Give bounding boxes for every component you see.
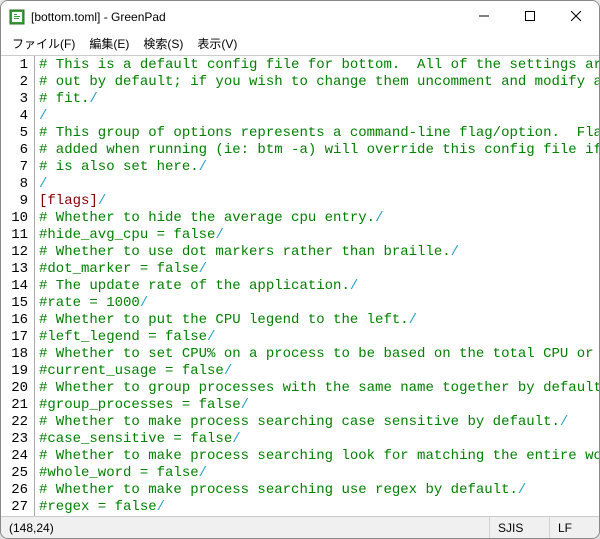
eol-icon: / — [232, 431, 240, 447]
code-line[interactable]: # This group of options represents a com… — [39, 125, 599, 142]
code-line[interactable]: # Whether to use dot markers rather than… — [39, 244, 599, 261]
line-number: 5 — [1, 125, 28, 142]
code-line[interactable]: #rate = 1000/ — [39, 295, 599, 312]
eol-icon: / — [518, 482, 526, 498]
menubar: ファイル(F) 編集(E) 検索(S) 表示(V) — [1, 33, 599, 55]
eol-icon: / — [215, 227, 223, 243]
eol-icon: / — [140, 295, 148, 311]
line-number: 7 — [1, 159, 28, 176]
code-line[interactable]: / — [39, 176, 599, 193]
code-line[interactable]: #group_processes = false/ — [39, 397, 599, 414]
eol-icon: / — [157, 499, 165, 515]
window-controls — [461, 1, 599, 33]
line-number: 8 — [1, 176, 28, 193]
line-number: 17 — [1, 329, 28, 346]
eol-icon: / — [375, 210, 383, 226]
code-line[interactable]: # Whether to group processes with the sa… — [39, 380, 599, 397]
code-line[interactable]: #case_sensitive = false/ — [39, 431, 599, 448]
app-icon — [9, 9, 25, 25]
maximize-button[interactable] — [507, 1, 553, 31]
line-number: 24 — [1, 448, 28, 465]
line-number: 6 — [1, 142, 28, 159]
code-line[interactable]: / — [39, 108, 599, 125]
code-line[interactable]: #left_legend = false/ — [39, 329, 599, 346]
menu-edit[interactable]: 編集(E) — [82, 33, 136, 54]
menu-search[interactable]: 検索(S) — [136, 33, 190, 54]
eol-icon: / — [350, 278, 358, 294]
eol-icon: / — [560, 414, 568, 430]
line-number: 18 — [1, 346, 28, 363]
line-number: 4 — [1, 108, 28, 125]
line-number: 3 — [1, 91, 28, 108]
line-number: 20 — [1, 380, 28, 397]
eol-icon: / — [451, 244, 459, 260]
eol-icon: / — [409, 312, 417, 328]
code-line[interactable]: # fit./ — [39, 91, 599, 108]
code-line[interactable]: # The update rate of the application./ — [39, 278, 599, 295]
close-button[interactable] — [553, 1, 599, 31]
code-line[interactable]: # out by default; if you wish to change … — [39, 74, 599, 91]
eol-icon: / — [199, 159, 207, 175]
code-line[interactable]: # added when running (ie: btm -a) will o… — [39, 142, 599, 159]
line-number: 19 — [1, 363, 28, 380]
line-number: 15 — [1, 295, 28, 312]
app-window: [bottom.toml] - GreenPad ファイル(F) 編集(E) 検… — [0, 0, 600, 539]
line-number-gutter: 1234567891011121314151617181920212223242… — [1, 56, 35, 516]
line-number: 11 — [1, 227, 28, 244]
code-line[interactable]: #current_usage = false/ — [39, 363, 599, 380]
menu-file[interactable]: ファイル(F) — [5, 33, 82, 54]
code-line[interactable]: # This is a default config file for bott… — [39, 57, 599, 74]
code-line[interactable]: # Whether to put the CPU legend to the l… — [39, 312, 599, 329]
line-number: 14 — [1, 278, 28, 295]
titlebar[interactable]: [bottom.toml] - GreenPad — [1, 1, 599, 33]
minimize-button[interactable] — [461, 1, 507, 31]
line-number: 21 — [1, 397, 28, 414]
menu-view[interactable]: 表示(V) — [190, 33, 244, 54]
eol-icon: / — [199, 261, 207, 277]
eol-icon: / — [207, 329, 215, 345]
line-number: 10 — [1, 210, 28, 227]
code-line[interactable]: #dot_marker = false/ — [39, 261, 599, 278]
line-number: 23 — [1, 431, 28, 448]
code-line[interactable]: # Whether to make process searching use … — [39, 482, 599, 499]
eol-icon: / — [39, 108, 47, 124]
line-number: 9 — [1, 193, 28, 210]
line-number: 16 — [1, 312, 28, 329]
code-line[interactable]: # Whether to set CPU% on a process to be… — [39, 346, 599, 363]
code-line[interactable]: #whole_word = false/ — [39, 465, 599, 482]
line-number: 1 — [1, 57, 28, 74]
statusbar: (148,24) SJIS LF — [1, 516, 599, 538]
line-number: 13 — [1, 261, 28, 278]
eol-icon: / — [241, 397, 249, 413]
line-number: 22 — [1, 414, 28, 431]
eol-icon: / — [199, 465, 207, 481]
code-line[interactable]: # Whether to make process searching look… — [39, 448, 599, 465]
line-number: 25 — [1, 465, 28, 482]
code-line[interactable]: #hide_avg_cpu = false/ — [39, 227, 599, 244]
code-line[interactable]: [flags]/ — [39, 193, 599, 210]
code-line[interactable]: # is also set here./ — [39, 159, 599, 176]
line-number: 26 — [1, 482, 28, 499]
line-number: 27 — [1, 499, 28, 516]
line-number: 2 — [1, 74, 28, 91]
status-line-ending: LF — [549, 517, 599, 538]
text-area[interactable]: # This is a default config file for bott… — [35, 56, 599, 516]
window-title: [bottom.toml] - GreenPad — [31, 10, 461, 24]
line-number: 12 — [1, 244, 28, 261]
status-encoding: SJIS — [489, 517, 549, 538]
editor: 1234567891011121314151617181920212223242… — [1, 55, 599, 516]
code-line[interactable]: # Whether to make process searching case… — [39, 414, 599, 431]
code-line[interactable]: #regex = false/ — [39, 499, 599, 516]
eol-icon: / — [89, 91, 97, 107]
eol-icon: / — [98, 193, 106, 209]
code-line[interactable]: # Whether to hide the average cpu entry.… — [39, 210, 599, 227]
eol-icon: / — [224, 363, 232, 379]
status-cursor-position: (148,24) — [1, 517, 489, 538]
eol-icon: / — [39, 176, 47, 192]
